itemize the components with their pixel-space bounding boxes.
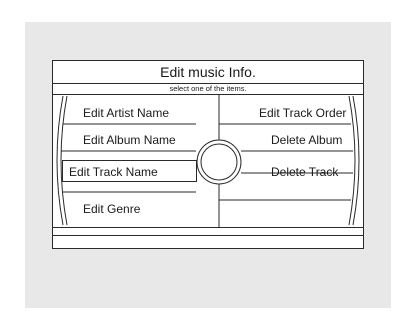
- menu-item-edit-artist-name[interactable]: Edit Artist Name: [83, 102, 169, 124]
- bottom-bar-lower: [53, 235, 363, 249]
- menu-item-delete-album[interactable]: Delete Album: [271, 129, 342, 151]
- control-knob-icon[interactable]: [196, 139, 242, 185]
- menu-item-edit-genre[interactable]: Edit Genre: [83, 198, 140, 220]
- music-info-screen: Edit music Info. select one of the items…: [52, 60, 364, 249]
- menu-item-delete-track[interactable]: Delete Track: [271, 161, 338, 183]
- menu-item-edit-track-name[interactable]: Edit Track Name: [62, 160, 197, 182]
- edit-menu: Edit Artist Name Edit Album Name Edit Tr…: [53, 94, 363, 227]
- screen-title: Edit music Info.: [53, 61, 363, 84]
- menu-item-edit-track-order[interactable]: Edit Track Order: [259, 102, 346, 124]
- menu-item-edit-album-name[interactable]: Edit Album Name: [83, 129, 176, 151]
